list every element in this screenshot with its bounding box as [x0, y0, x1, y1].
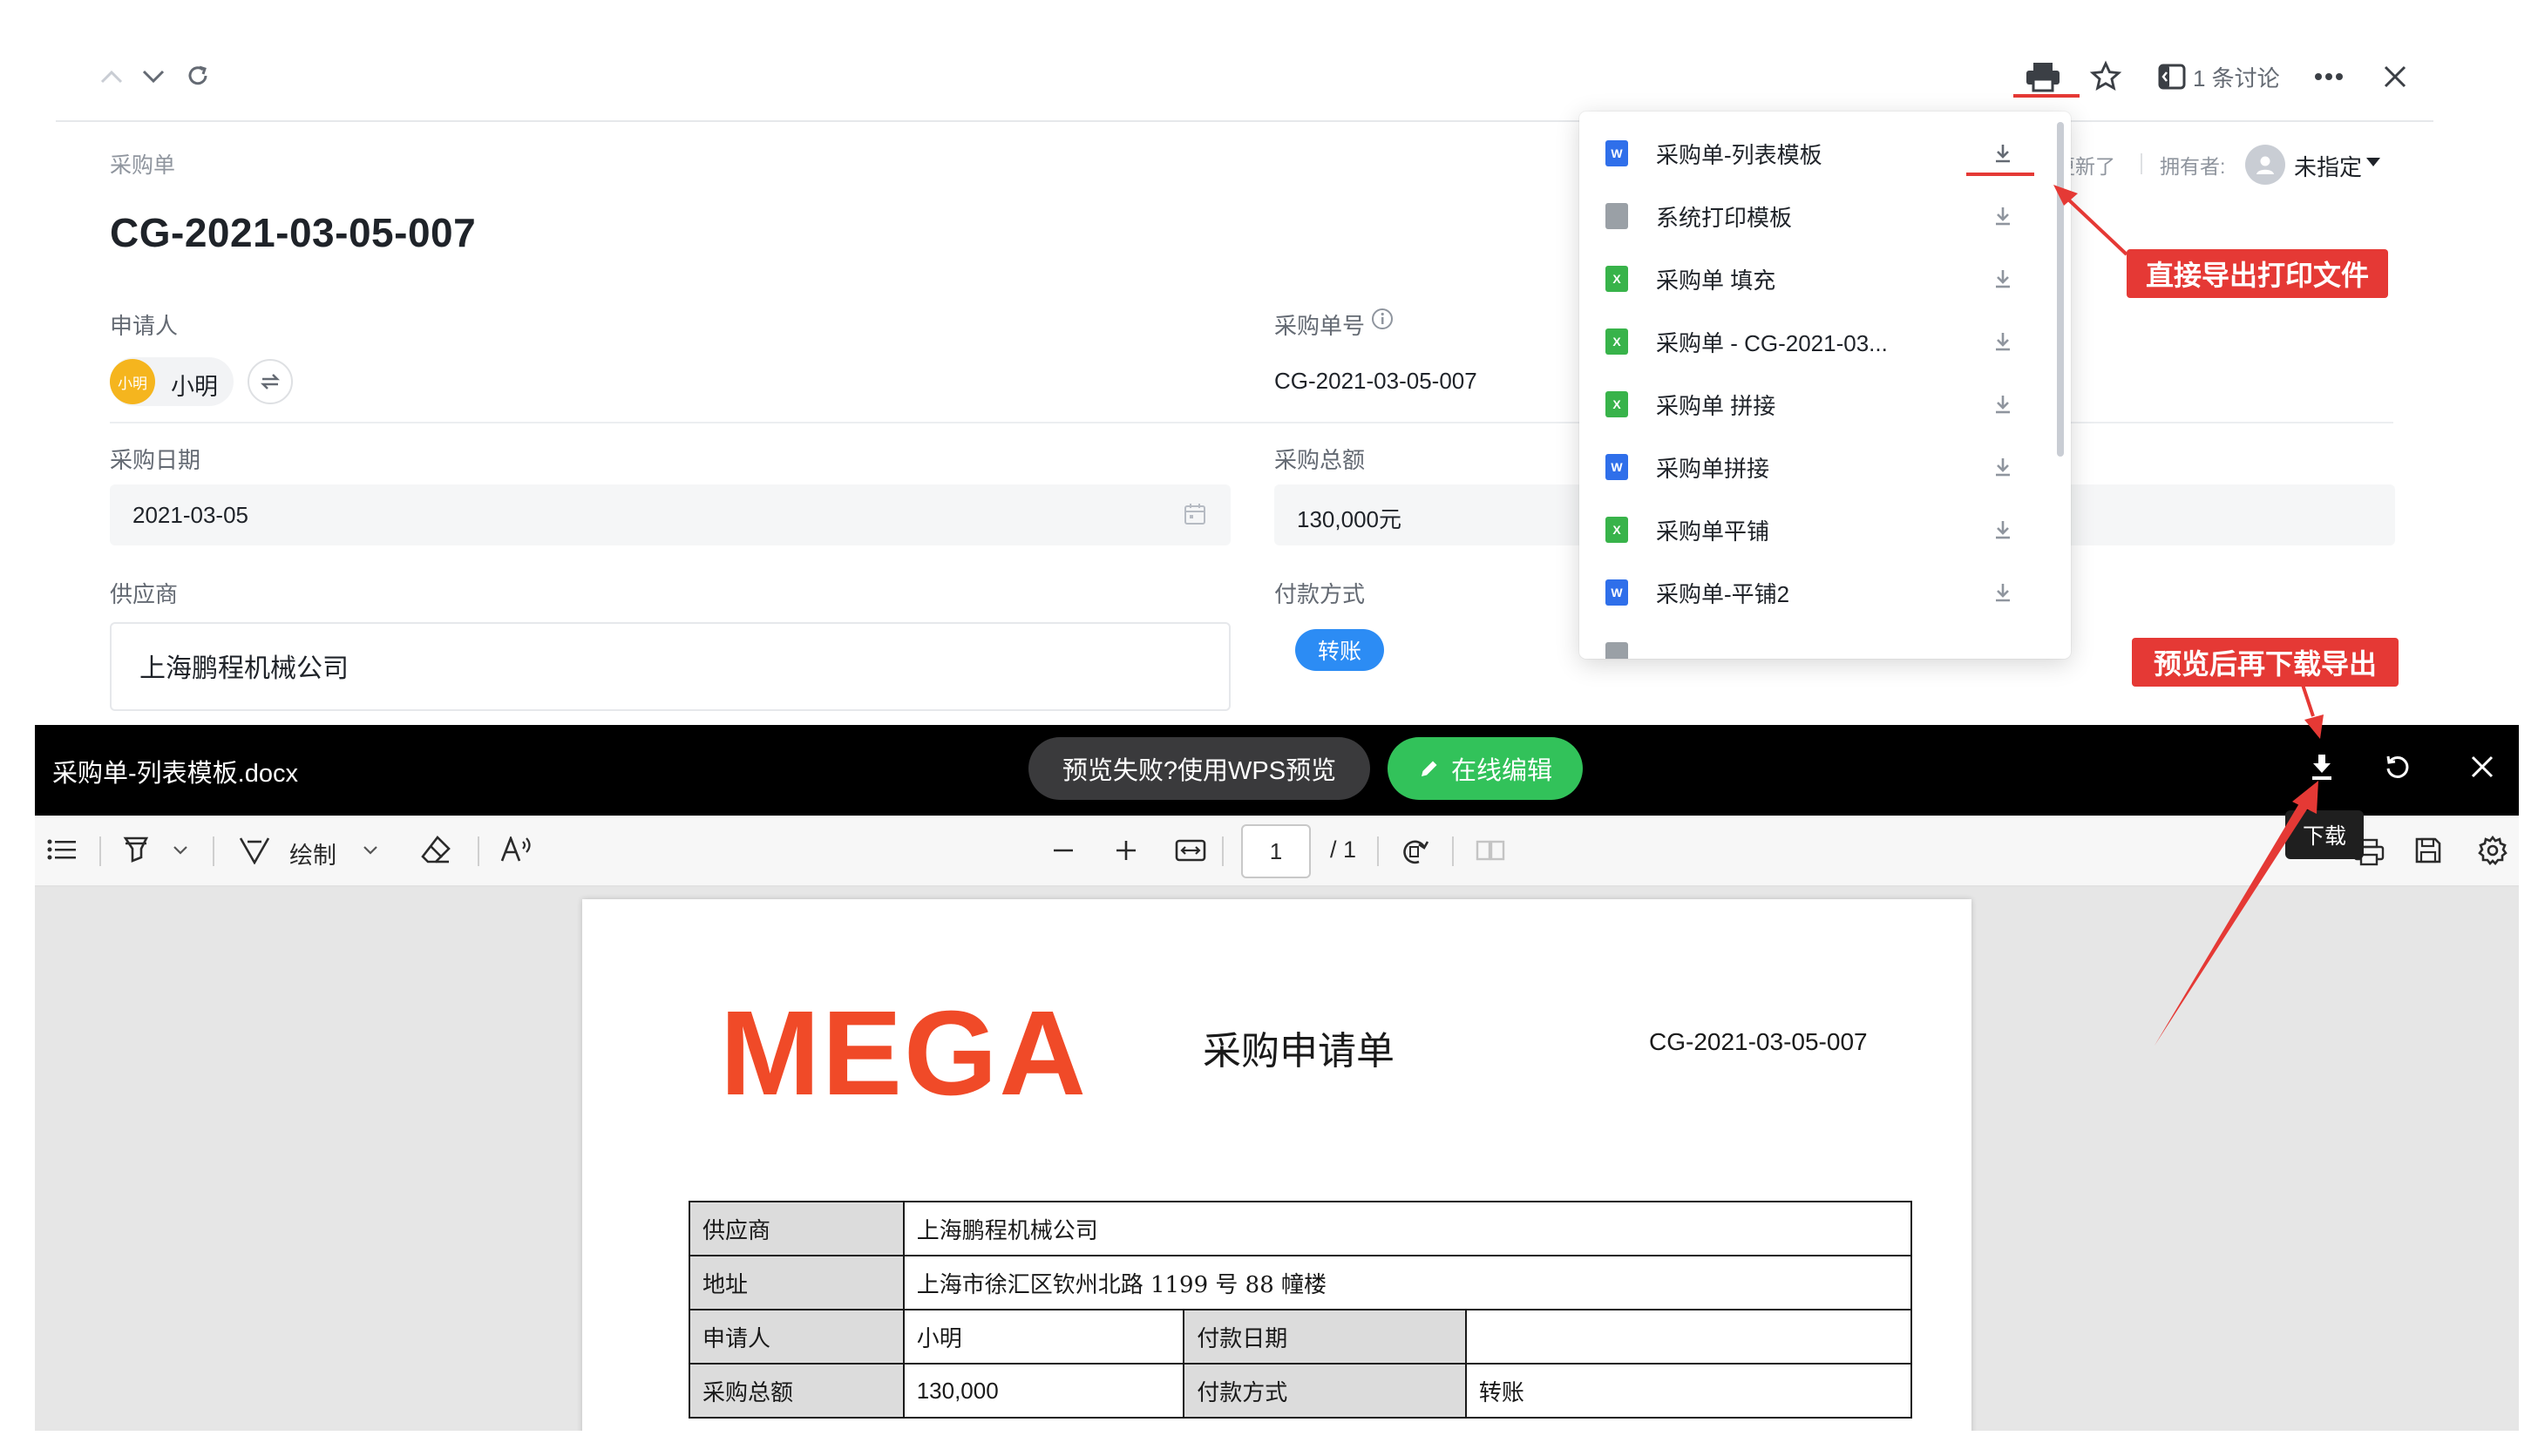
export-direct-callout: 直接导出打印文件: [2127, 249, 2388, 298]
annotation-arrows: [2053, 185, 2324, 1046]
arrow-to-export-callout: [2053, 185, 2128, 256]
arrow-to-download-icon: [2301, 684, 2324, 739]
download-after-preview-callout: 预览后再下载导出: [2132, 638, 2399, 687]
arrow-from-bottom-to-download: [2155, 781, 2318, 1046]
